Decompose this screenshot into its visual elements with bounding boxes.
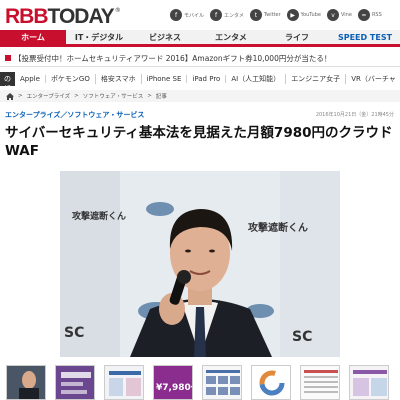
topic-link[interactable]: iPad Pro — [187, 75, 227, 83]
social-link-entame[interactable]: f エンタメ — [210, 9, 244, 21]
photo-thumbnail[interactable] — [251, 365, 291, 400]
breadcrumb: > エンタープライズ > ソフトウェア・サービス > 記事 — [0, 90, 400, 102]
photo-thumbnail-price[interactable]: ¥7,980～ — [153, 365, 193, 400]
photo-thumbnail-strip: ¥7,980～ — [0, 365, 400, 400]
topic-link[interactable]: エンジニア女子 — [286, 74, 347, 84]
article-category[interactable]: エンタープライズ／ソフトウェア・サービス — [5, 110, 144, 120]
photo-thumbnail[interactable] — [104, 365, 144, 400]
home-icon[interactable] — [6, 92, 14, 100]
nav-item-life[interactable]: ライフ — [264, 30, 330, 44]
article-title: サイバーセキュリティ基本法を見据えた月額7980円のクラウドWAF — [5, 125, 393, 159]
social-label: YouTube — [300, 12, 321, 18]
social-link-mobile[interactable]: f モバイル — [170, 9, 204, 21]
breadcrumb-separator: > — [18, 93, 23, 99]
svg-text:攻撃遮断くん: 攻撃遮断くん — [72, 210, 126, 222]
promo-text: 【投票受付中！ホームセキュリティアワード 2016】Amazonギフト券10,0… — [14, 53, 332, 63]
photo-thumbnail[interactable] — [6, 365, 46, 400]
social-label: Vine — [340, 12, 352, 18]
site-header: RBB TODAY ® f モバイル f エンタメ t Twitter ▶ Yo… — [0, 0, 400, 30]
rss-icon: ≈ — [357, 9, 370, 21]
social-label: エンタメ — [224, 12, 244, 19]
topic-link[interactable]: AI（人工知能） — [226, 74, 287, 84]
social-links: f モバイル f エンタメ t Twitter ▶ YouTube v Vine… — [170, 9, 382, 21]
social-link-twitter[interactable]: t Twitter — [249, 9, 281, 21]
vine-icon: v — [326, 9, 339, 21]
svg-text:攻撃遮断くん: 攻撃遮断くん — [248, 221, 308, 234]
social-link-vine[interactable]: v Vine — [326, 9, 352, 21]
breadcrumb-item[interactable]: ソフトウェア・サービス — [83, 92, 144, 100]
social-label: RSS — [371, 12, 382, 18]
facebook-icon: f — [210, 9, 223, 21]
topic-link[interactable]: iPhone SE — [142, 75, 188, 83]
speaker-photo-illustration: 攻撃遮断くん 攻撃遮断くん SC SC — [60, 171, 340, 357]
photo-thumbnail[interactable] — [300, 365, 340, 400]
promo-bullet — [5, 55, 11, 61]
breadcrumb-item[interactable]: エンタープライズ — [27, 92, 71, 100]
svg-text:SC: SC — [292, 329, 312, 345]
topic-link[interactable]: ポケモンGO — [46, 74, 96, 84]
site-logo[interactable]: RBB TODAY ® — [5, 5, 121, 28]
nav-item-speed-test[interactable]: SPEED TEST — [330, 30, 400, 44]
photo-thumbnail[interactable] — [202, 365, 242, 400]
photo-thumbnail[interactable] — [55, 365, 95, 400]
social-label: Twitter — [263, 12, 281, 18]
social-link-youtube[interactable]: ▶ YouTube — [286, 9, 321, 21]
social-label: モバイル — [184, 12, 205, 19]
promo-banner[interactable]: 【投票受付中！ホームセキュリティアワード 2016】Amazonギフト券10,0… — [0, 50, 400, 67]
breadcrumb-separator: > — [147, 93, 152, 99]
topic-link[interactable]: VR（バーチャ — [346, 74, 400, 84]
topic-link[interactable]: Apple — [15, 75, 46, 83]
nav-item-entertainment[interactable]: エンタメ — [198, 30, 264, 44]
breadcrumb-current: 記事 — [155, 94, 167, 100]
topic-link[interactable]: 格安スマホ — [96, 74, 142, 84]
topics-label: 注目の話題 — [0, 72, 15, 86]
svg-text:SC: SC — [64, 325, 84, 341]
topics-bar: 注目の話題 Apple ポケモンGO 格安スマホ iPhone SE iPad … — [0, 72, 400, 86]
photo-thumbnail[interactable] — [349, 365, 389, 400]
logo-main: RBB — [5, 5, 48, 28]
facebook-icon: f — [170, 9, 182, 21]
logo-registered-mark: ® — [114, 7, 121, 14]
nav-item-it-digital[interactable]: IT・デジタル — [66, 30, 132, 44]
twitter-icon: t — [249, 9, 262, 21]
main-nav: ホーム IT・デジタル ビジネス エンタメ ライフ SPEED TEST — [0, 30, 400, 47]
article-date: 2016年10月21日（金）21時45分 — [315, 112, 394, 118]
nav-item-business[interactable]: ビジネス — [132, 30, 198, 44]
article-photo[interactable]: 攻撃遮断くん 攻撃遮断くん SC SC — [60, 171, 340, 357]
social-link-rss[interactable]: ≈ RSS — [357, 9, 382, 21]
logo-sub: TODAY — [47, 5, 115, 28]
nav-item-home[interactable]: ホーム — [0, 30, 66, 44]
youtube-icon: ▶ — [286, 9, 299, 21]
price-text: ¥7,980～ — [156, 383, 192, 393]
breadcrumb-separator: > — [74, 93, 79, 99]
